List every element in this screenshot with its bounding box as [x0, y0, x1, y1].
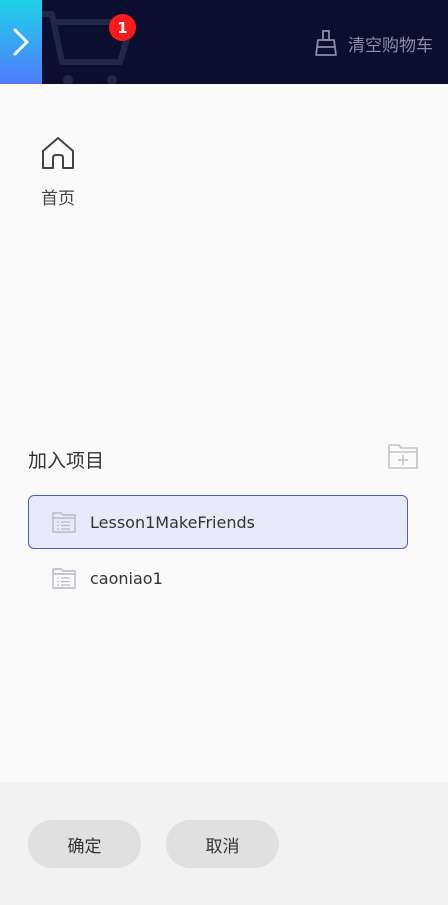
home-icon	[42, 137, 74, 169]
cart-count-badge: 1	[109, 14, 136, 41]
section-title: 加入项目	[28, 450, 105, 472]
app-root: 1 清空购物车 首页 加入项目 Lesson1MakeFriends caoni…	[0, 0, 448, 905]
project-label: Lesson1MakeFriends	[90, 512, 255, 532]
project-item[interactable]: caoniao1	[28, 551, 408, 605]
chevron-right-icon	[13, 28, 29, 56]
folder-add-icon[interactable]	[388, 441, 418, 469]
project-item[interactable]: Lesson1MakeFriends	[28, 495, 408, 549]
confirm-button[interactable]: 确定	[28, 820, 141, 868]
cancel-button[interactable]: 取消	[166, 820, 279, 868]
clear-cart-label: 清空购物车	[348, 35, 433, 56]
footer: 确定 取消	[0, 782, 448, 905]
list-icon	[52, 568, 76, 589]
nav-item-home[interactable]: 首页	[28, 136, 88, 209]
sidebar-toggle-button[interactable]	[0, 0, 42, 84]
project-list: Lesson1MakeFriends caoniao1	[28, 495, 408, 607]
project-label: caoniao1	[90, 568, 163, 588]
top-bar: 1 清空购物车	[0, 0, 448, 84]
broom-icon	[315, 30, 337, 56]
clear-cart-button[interactable]: 清空购物车	[314, 28, 433, 58]
list-icon	[52, 512, 76, 533]
home-label: 首页	[41, 189, 75, 209]
